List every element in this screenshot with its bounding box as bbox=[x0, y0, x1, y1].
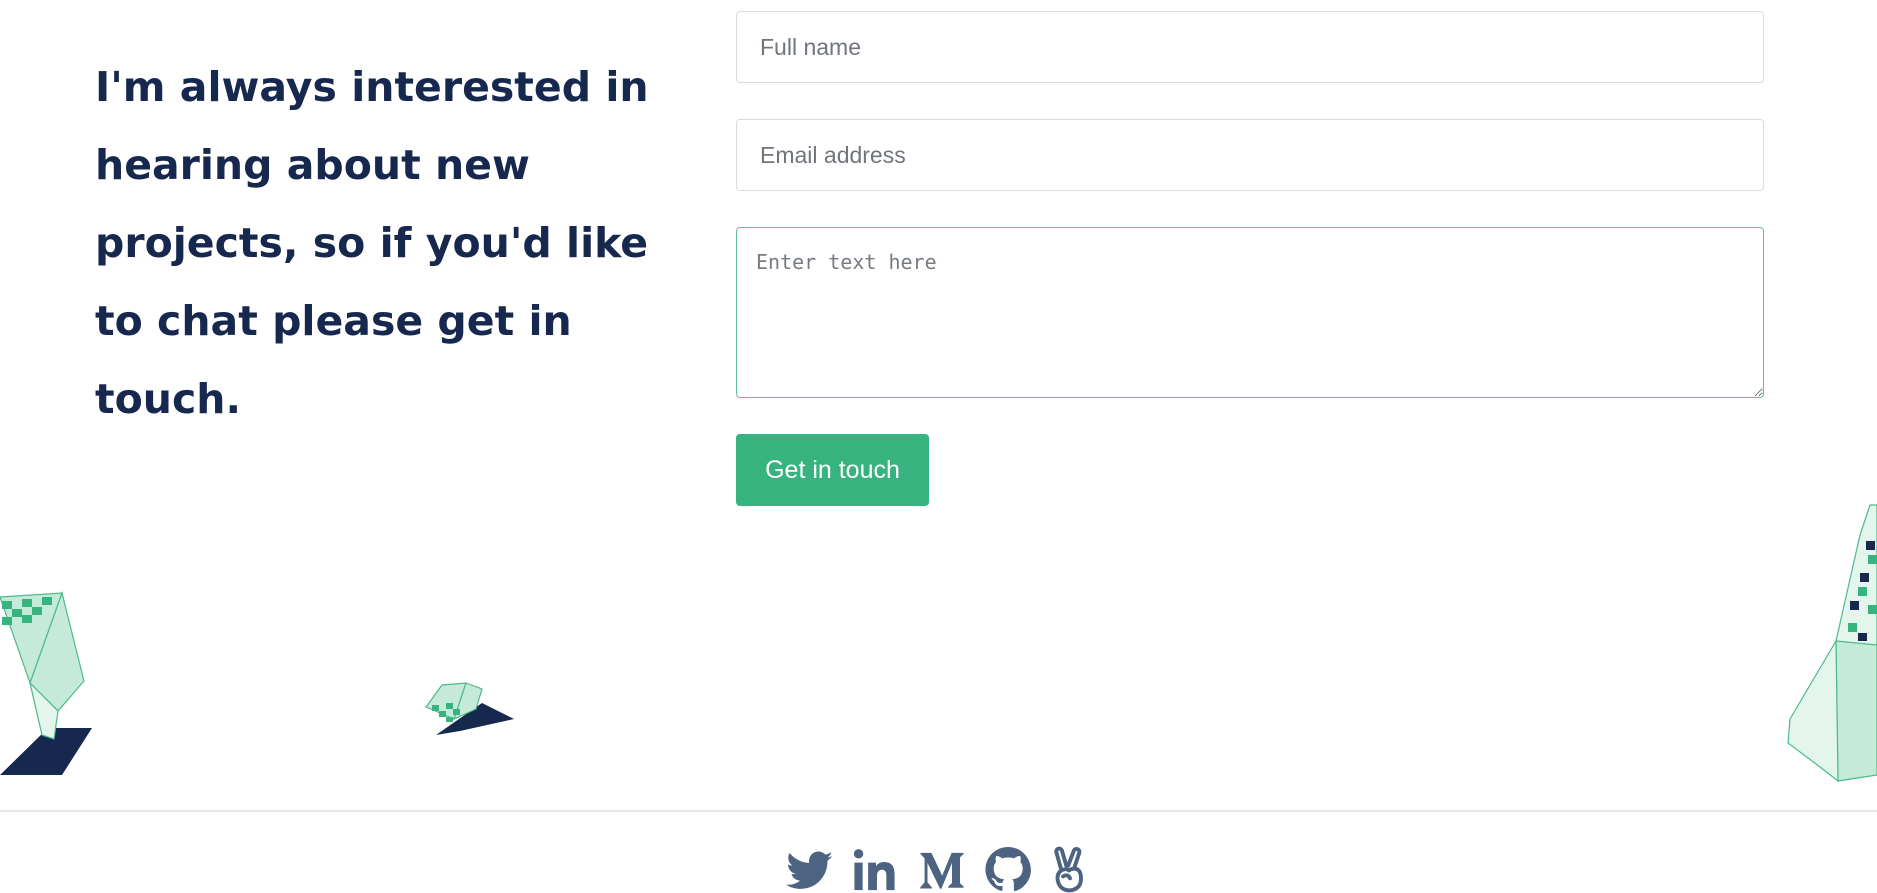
linkedin-icon bbox=[853, 849, 895, 891]
get-in-touch-button[interactable]: Get in touch bbox=[736, 434, 929, 506]
crystal-decoration-left bbox=[0, 590, 92, 775]
twitter-icon bbox=[786, 851, 833, 889]
full-name-input[interactable] bbox=[736, 11, 1764, 83]
social-links bbox=[785, 846, 1099, 893]
github-link[interactable] bbox=[983, 846, 1033, 893]
linkedin-link[interactable] bbox=[851, 846, 901, 893]
email-input[interactable] bbox=[736, 119, 1764, 191]
contact-intro-heading: I'm always interested in hearing about n… bbox=[95, 63, 649, 423]
github-icon bbox=[985, 846, 1031, 892]
peace-hand-icon bbox=[1054, 846, 1083, 893]
medium-link[interactable] bbox=[917, 846, 967, 893]
contact-page: I'm always interested in hearing about n… bbox=[0, 0, 1877, 893]
peace-link[interactable] bbox=[1049, 846, 1099, 893]
message-textarea[interactable] bbox=[736, 227, 1764, 398]
twitter-link[interactable] bbox=[785, 846, 835, 893]
crystal-decoration-small bbox=[425, 682, 514, 735]
footer-divider bbox=[0, 810, 1877, 812]
crystal-decoration-right bbox=[1787, 504, 1877, 783]
contact-form: Get in touch bbox=[736, 11, 1764, 506]
medium-icon bbox=[920, 852, 964, 889]
